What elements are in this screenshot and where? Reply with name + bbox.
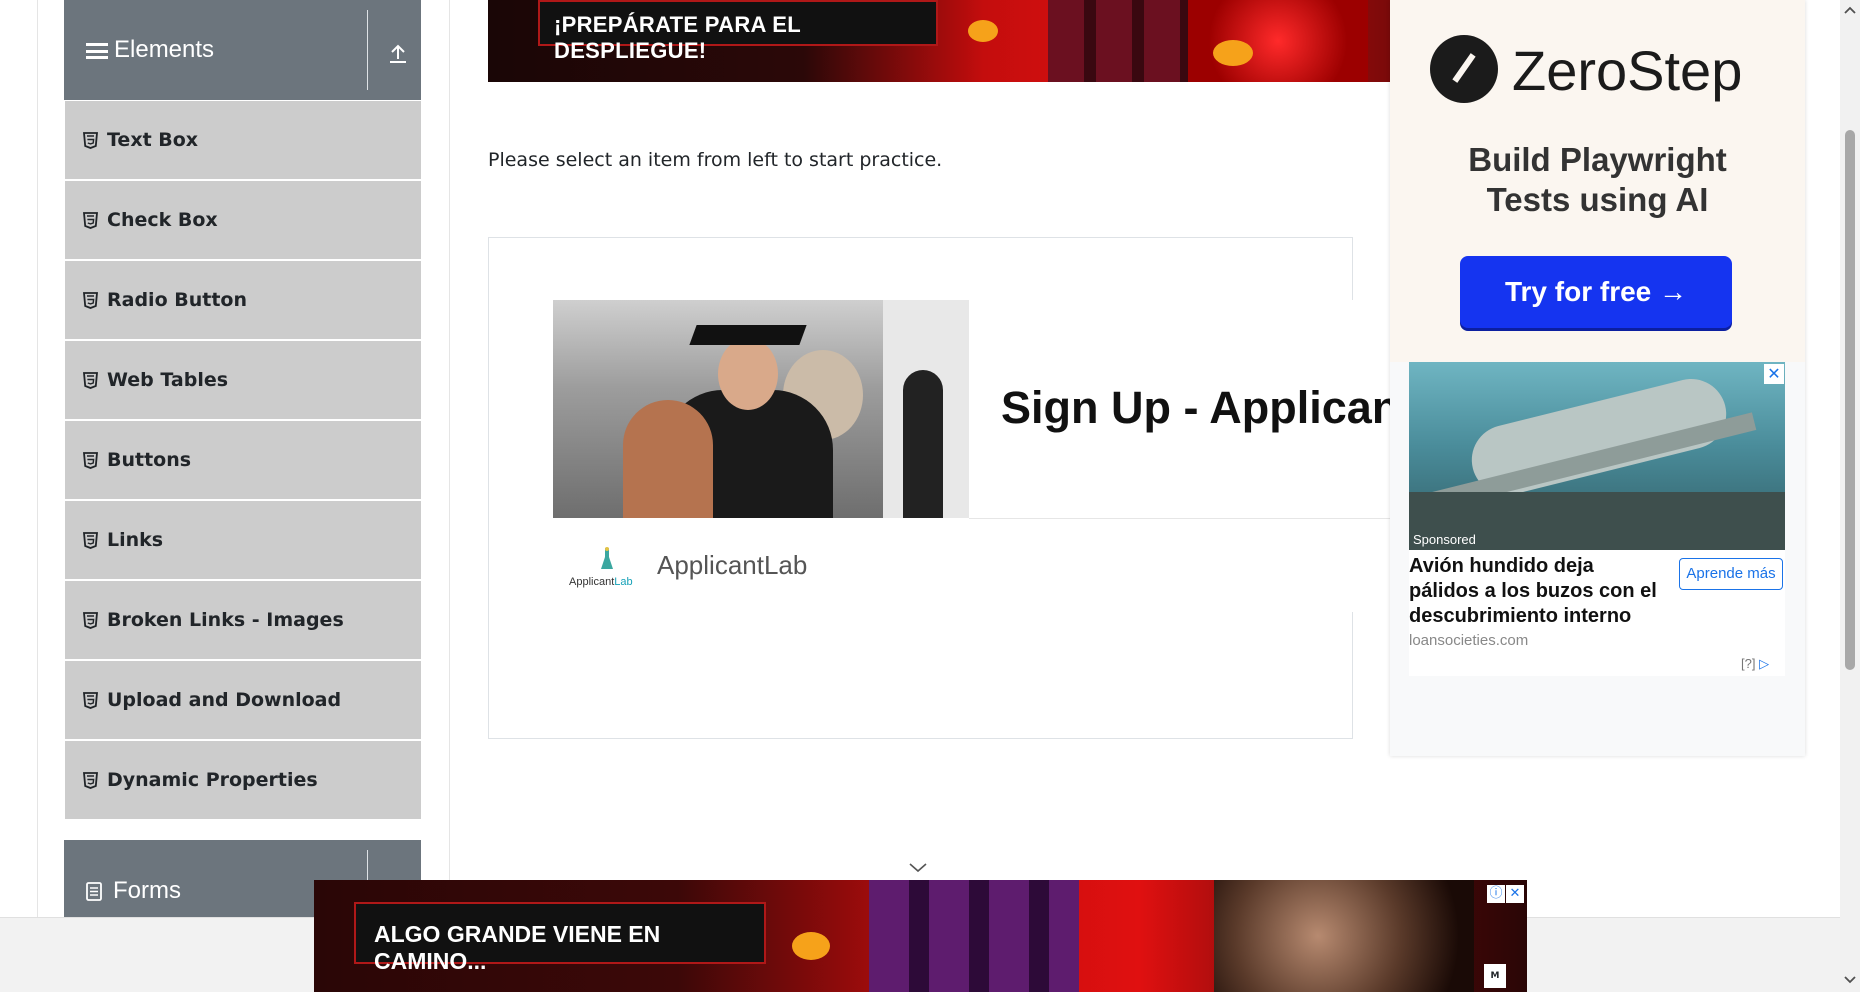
banner-text: ALGO GRANDE VIENE EN CAMINO... bbox=[374, 921, 661, 974]
applicantlab-logo: ApplicantLab bbox=[569, 540, 645, 592]
sidebar-item-label: Dynamic Properties bbox=[107, 769, 318, 791]
sidebar-item-label: Broken Links - Images bbox=[107, 609, 344, 631]
sidebar-item-label: Links bbox=[107, 529, 164, 551]
divider bbox=[969, 518, 1390, 519]
right-ad-column: ZeroStep Build Playwright Tests using AI… bbox=[1390, 0, 1805, 756]
sidebar-item-dynamic-properties[interactable]: Dynamic Properties bbox=[65, 740, 421, 820]
left-border bbox=[37, 0, 38, 917]
brand-name: ApplicantLab bbox=[657, 550, 808, 580]
learn-more-button[interactable]: Aprende más bbox=[1679, 558, 1783, 590]
sidebar-item-label: Radio Button bbox=[107, 289, 247, 311]
html5-icon bbox=[83, 132, 98, 149]
adchoices[interactable]: [?] ▷ bbox=[1741, 656, 1769, 672]
elements-group-title: Elements bbox=[114, 36, 215, 63]
column-divider bbox=[449, 0, 450, 917]
top-banner-ad[interactable]: ¡PREPÁRATE PARA EL DESPLIEGUE! bbox=[488, 0, 1390, 82]
zerostep-ad[interactable]: ZeroStep Build Playwright Tests using AI… bbox=[1390, 0, 1805, 362]
ad-close-icon[interactable]: ✕ bbox=[1764, 364, 1784, 384]
forms-group-title: Forms bbox=[113, 877, 181, 904]
logo-text-a: Applicant bbox=[569, 576, 615, 588]
sidebar-item-web-tables[interactable]: Web Tables bbox=[65, 340, 421, 420]
pill-graphic bbox=[968, 20, 998, 42]
sidebar: Elements Text Box Check Box Radio Button… bbox=[64, 0, 421, 820]
ad-controls: ⓘ ✕ bbox=[1486, 882, 1526, 903]
sidebar-item-label: Buttons bbox=[107, 449, 192, 471]
native-ad-headline[interactable]: Avión hundido deja pálidos a los buzos c… bbox=[1409, 554, 1669, 629]
ad-close-icon[interactable]: ✕ bbox=[1506, 885, 1524, 903]
document-icon bbox=[86, 882, 102, 901]
hexagon-graphic bbox=[1188, 0, 1368, 82]
rating-badge: M bbox=[1484, 964, 1506, 988]
sidebar-item-label: Check Box bbox=[107, 209, 218, 231]
signup-headline: Sign Up - ApplicantLab bbox=[1001, 382, 1390, 433]
sidebar-item-upload-download[interactable]: Upload and Download bbox=[65, 660, 421, 740]
intro-text: Please select an item from left to start… bbox=[488, 149, 943, 171]
html5-icon bbox=[83, 612, 98, 629]
tagline-line: Tests using AI bbox=[1486, 181, 1709, 218]
zerostep-name: ZeroStep bbox=[1512, 39, 1743, 102]
sidebar-item-links[interactable]: Links bbox=[65, 500, 421, 580]
sidebar-item-radio-button[interactable]: Radio Button bbox=[65, 260, 421, 340]
banner-text-box: ¡PREPÁRATE PARA EL DESPLIEGUE! bbox=[538, 0, 938, 63]
banner-text-box: ALGO GRANDE VIENE EN CAMINO... bbox=[354, 902, 766, 974]
ad-domain: loansocieties.com bbox=[1409, 632, 1529, 649]
html5-icon bbox=[83, 292, 98, 309]
product-cans-graphic bbox=[1048, 0, 1208, 82]
adchoices-icon: ▷ bbox=[1759, 656, 1770, 671]
hamburger-icon bbox=[86, 43, 108, 59]
sidebar-item-label: Upload and Download bbox=[107, 689, 342, 711]
banner-text: ¡PREPÁRATE PARA EL DESPLIEGUE! bbox=[554, 12, 801, 63]
sidebar-item-check-box[interactable]: Check Box bbox=[65, 180, 421, 260]
sponsored-label: Sponsored bbox=[1413, 532, 1476, 547]
sidebar-item-text-box[interactable]: Text Box bbox=[65, 100, 421, 180]
html5-icon bbox=[83, 452, 98, 469]
native-ad[interactable]: ✕ Sponsored Avión hundido deja pálidos a… bbox=[1409, 362, 1785, 676]
bottom-banner-ad[interactable]: ALGO GRANDE VIENE EN CAMINO... ⓘ ✕ M bbox=[314, 880, 1527, 992]
adchoices-label: [?] bbox=[1741, 656, 1756, 671]
flask-icon bbox=[601, 547, 613, 569]
scroll-up-arrow-icon[interactable] bbox=[1843, 5, 1857, 15]
zerostep-tagline: Build Playwright Tests using AI bbox=[1390, 140, 1805, 220]
scroll-down-arrow-icon[interactable] bbox=[1843, 975, 1857, 985]
html5-icon bbox=[83, 372, 98, 389]
html5-icon bbox=[83, 532, 98, 549]
sidebar-item-label: Text Box bbox=[107, 129, 199, 151]
graduation-photo bbox=[553, 300, 969, 518]
signup-ad[interactable]: Sign Up - ApplicantLab ApplicantLab Appl… bbox=[553, 300, 1390, 612]
pill-graphic bbox=[1213, 40, 1253, 66]
html5-icon bbox=[83, 772, 98, 789]
chevron-down-icon[interactable] bbox=[908, 862, 928, 874]
pill-graphic bbox=[792, 932, 830, 960]
scrollbar-thumb[interactable] bbox=[1845, 130, 1855, 670]
sidebar-item-buttons[interactable]: Buttons bbox=[65, 420, 421, 500]
product-cans-graphic bbox=[869, 880, 1079, 992]
sidebar-item-broken-links[interactable]: Broken Links - Images bbox=[65, 580, 421, 660]
html5-icon bbox=[83, 692, 98, 709]
sidebar-item-label: Web Tables bbox=[107, 369, 229, 391]
sunken-plane-image bbox=[1409, 362, 1785, 550]
html5-icon bbox=[83, 212, 98, 229]
zerostep-logo-icon bbox=[1430, 35, 1498, 103]
soldier-face-graphic bbox=[1214, 880, 1474, 992]
logo-text-b: Lab bbox=[614, 576, 633, 588]
try-for-free-button[interactable]: Try for free → bbox=[1460, 256, 1732, 328]
tagline-line: Build Playwright bbox=[1468, 141, 1727, 178]
collapse-up-icon[interactable] bbox=[386, 42, 410, 64]
header-divider bbox=[367, 10, 368, 90]
ad-info-icon[interactable]: ⓘ bbox=[1487, 885, 1505, 903]
elements-group-header[interactable]: Elements bbox=[64, 0, 421, 100]
